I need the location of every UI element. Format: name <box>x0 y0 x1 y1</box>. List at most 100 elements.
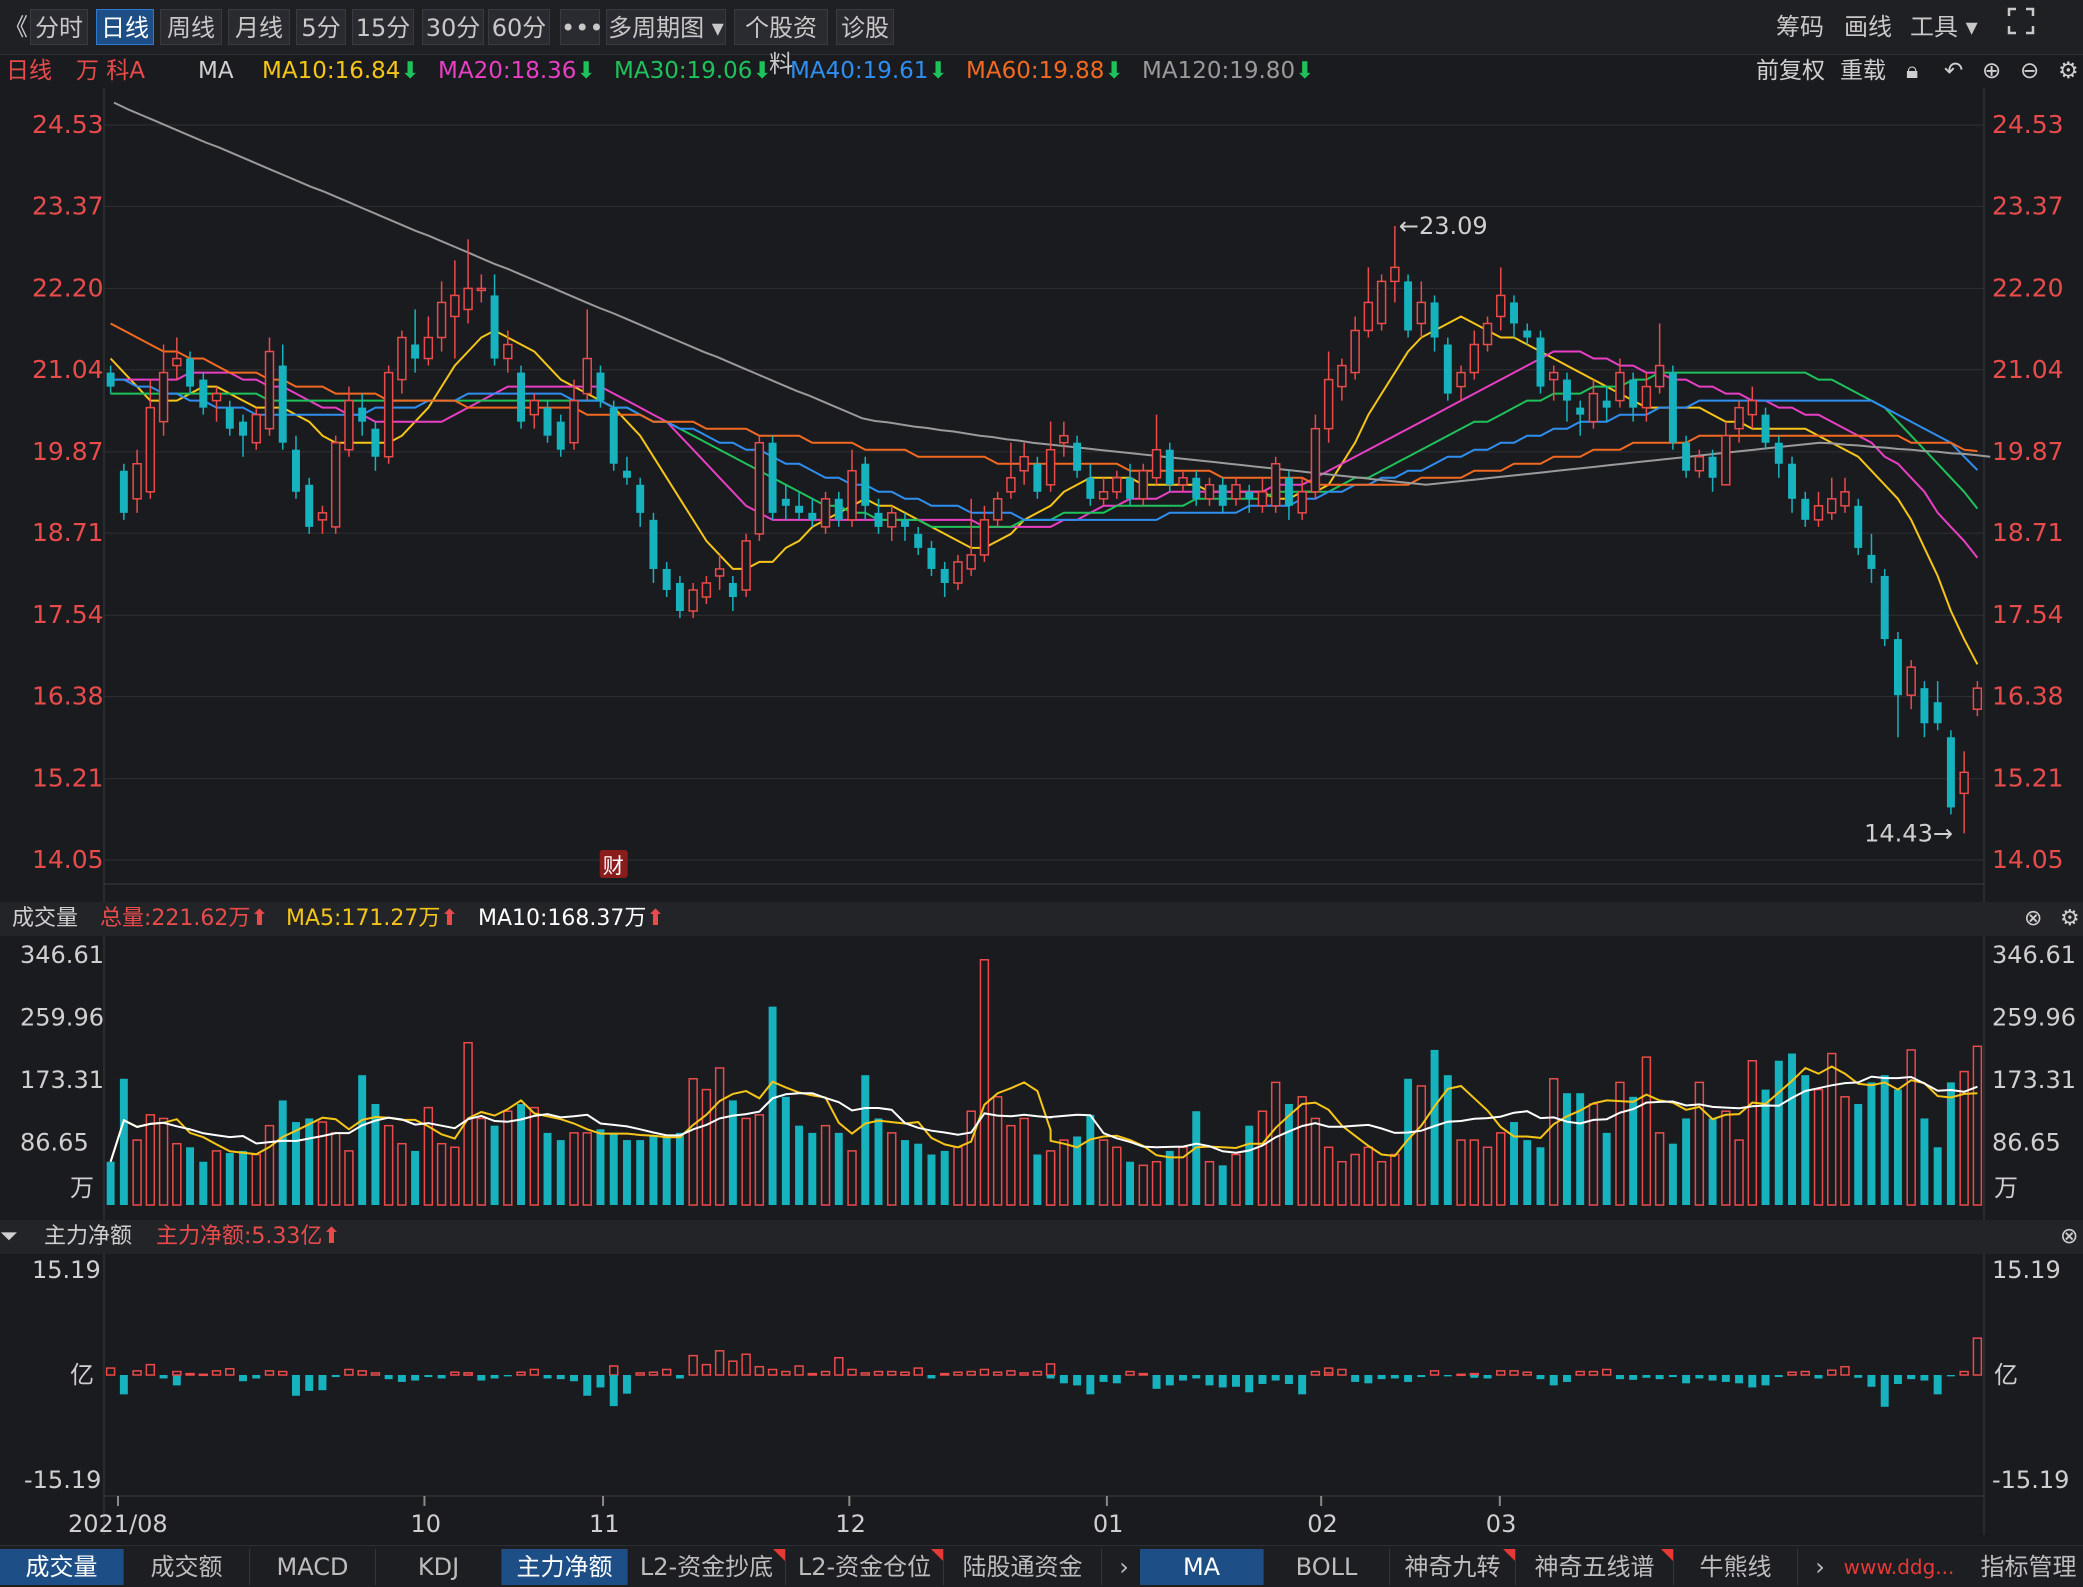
candle-body <box>1827 498 1837 514</box>
netflow-bar <box>1615 1375 1624 1380</box>
settings-icon[interactable]: ⚙ <box>2060 902 2080 936</box>
indicator-tab-7[interactable]: 陆股通资金 <box>944 1549 1102 1585</box>
collapse-icon[interactable]: ⏷ <box>0 1220 18 1254</box>
volume-bar <box>251 1153 261 1206</box>
indicator-tab-4[interactable]: 主力净额 <box>502 1549 628 1585</box>
netflow-bar <box>172 1370 182 1376</box>
overlay-tab-1[interactable]: BOLL <box>1264 1549 1390 1585</box>
price-tick-right: 24.53 <box>1992 110 2064 139</box>
volume-ma5: MA5:171.27万⬆ <box>286 902 459 936</box>
volume-bar <box>1972 1045 1983 1206</box>
overlay-tab-2[interactable]: 神奇九转 <box>1390 1549 1516 1585</box>
indicator-tab-1[interactable]: 成交额 <box>124 1549 250 1585</box>
netflow-bar <box>529 1368 540 1376</box>
price-tick-right: 22.20 <box>1992 273 2064 302</box>
netflow-bar <box>1761 1375 1770 1382</box>
netflow-bar <box>132 1370 142 1376</box>
netflow-bar <box>596 1375 605 1388</box>
close-icon[interactable]: ⊗ <box>2024 902 2042 936</box>
indicator-tab-5[interactable]: L2-资金抄底 <box>628 1549 786 1585</box>
netflow-bar <box>1165 1375 1174 1386</box>
flow-tick-top-left: 15.19 <box>32 1256 101 1284</box>
netflow-bar <box>1443 1375 1452 1377</box>
netflow-bar <box>1032 1370 1043 1376</box>
candle-body <box>1615 371 1625 402</box>
volume-bar <box>1363 1146 1374 1206</box>
candle-body <box>543 407 552 436</box>
netflow-bar <box>1205 1375 1214 1386</box>
netflow-bar <box>198 1373 209 1377</box>
volume-bar <box>1602 1132 1611 1205</box>
candle-body <box>1112 477 1122 493</box>
volume-bar <box>1138 1164 1149 1206</box>
volume-bar <box>874 1118 883 1205</box>
netflow-bar <box>781 1370 791 1376</box>
volume-bar <box>569 1132 579 1206</box>
netflow-bar <box>239 1375 247 1382</box>
indicator-tab-0[interactable]: 成交量 <box>0 1549 124 1585</box>
indicator-tab-2[interactable]: MACD <box>250 1549 376 1585</box>
candle-body <box>330 441 341 528</box>
volume-bar <box>1721 1110 1731 1206</box>
candle-body <box>1761 414 1770 443</box>
netflow-bar <box>927 1375 936 1379</box>
indicator-tab-6[interactable]: L2-资金仓位 <box>786 1549 944 1585</box>
netflow-bar <box>1774 1375 1783 1378</box>
candle-body <box>1867 554 1876 569</box>
netflow-bar <box>1377 1375 1386 1380</box>
volume-bar <box>754 1114 765 1206</box>
candle-body <box>1813 505 1824 521</box>
candle-body <box>1548 371 1559 381</box>
candle-body <box>305 484 314 527</box>
close-icon[interactable]: ⊗ <box>2060 1220 2078 1254</box>
overlay-tab-4[interactable]: 牛熊线 <box>1674 1549 1798 1585</box>
up-arrow-icon: ⬆ <box>440 906 459 931</box>
overlay-tab-3[interactable]: 神奇五线谱 <box>1516 1549 1674 1585</box>
candle-body <box>569 399 579 444</box>
candle-body <box>1801 498 1810 520</box>
candle-body <box>1946 737 1955 808</box>
netflow-bar <box>1827 1369 1837 1376</box>
netflow-bar <box>1006 1370 1016 1376</box>
candle-body <box>1045 448 1056 486</box>
netflow-title[interactable]: 主力净额 <box>44 1220 132 1254</box>
volume-bar <box>1708 1118 1717 1205</box>
overlay-tab-0[interactable]: MA <box>1140 1549 1264 1585</box>
netflow-bar <box>516 1371 526 1376</box>
netflow-bar <box>1721 1375 1730 1382</box>
candle-body <box>754 441 765 535</box>
chevron-right-icon[interactable]: › <box>1106 1549 1142 1585</box>
volume-bar <box>714 1067 725 1206</box>
indicator-manage-button[interactable]: 指标管理 <box>1974 1549 2083 1585</box>
net-flow-bars <box>105 1337 1983 1407</box>
volume-title[interactable]: 成交量 <box>12 902 78 936</box>
netflow-bar <box>1099 1375 1108 1382</box>
candle-body <box>1880 575 1889 640</box>
indicator-tab-3[interactable]: KDJ <box>376 1549 502 1585</box>
netflow-bar <box>1840 1365 1850 1376</box>
netflow-bar <box>1522 1371 1532 1376</box>
volume-bar <box>225 1153 234 1205</box>
volume-bar <box>1112 1146 1122 1206</box>
volume-bar <box>1019 1117 1029 1206</box>
candle-body <box>132 462 142 500</box>
candle-body <box>158 371 169 423</box>
kline-chart[interactable]: 24.53 24.53 23.37 23.37 22.20 22.20 21.04 21.04… <box>0 0 2083 1586</box>
netflow-bar <box>979 1368 990 1376</box>
netflow-bar <box>1814 1375 1823 1379</box>
netflow-bar <box>1059 1375 1068 1384</box>
volume-bar <box>1654 1132 1665 1206</box>
new-badge <box>1661 1549 1673 1561</box>
flow-unit-right: 亿 <box>1994 1361 2018 1389</box>
candle-body <box>1376 280 1387 325</box>
volume-bar <box>1323 1146 1334 1206</box>
flow-unit-left: 亿 <box>70 1361 94 1389</box>
netflow-bar <box>1972 1337 1983 1376</box>
new-badge <box>1503 1549 1515 1561</box>
candle-body <box>1482 322 1493 346</box>
candle-body <box>728 582 737 597</box>
volume-bar <box>292 1122 300 1205</box>
volume-bar <box>662 1136 671 1205</box>
volume-tick-right: 259.96 <box>1992 1003 2076 1031</box>
new-badge <box>773 1549 785 1561</box>
